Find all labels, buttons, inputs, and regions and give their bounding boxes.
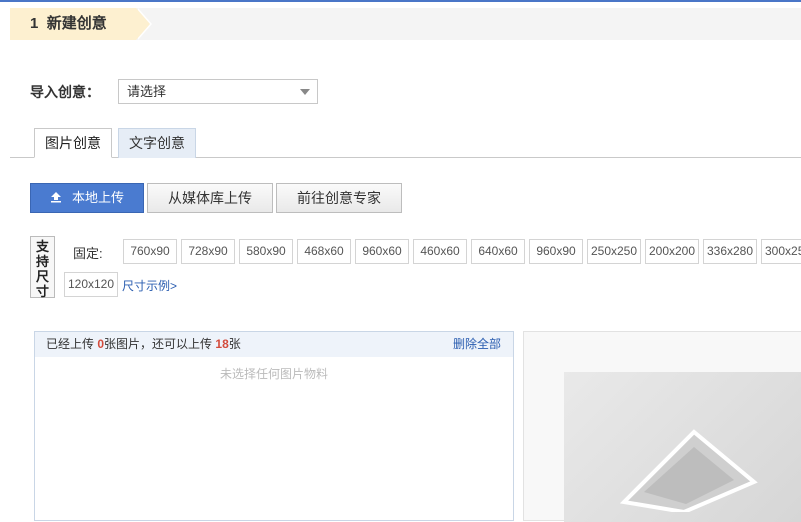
local-upload-label: 本地上传 [71,190,124,205]
top-accent-line [0,0,801,2]
size-chip[interactable]: 580x90 [239,239,293,264]
size-chip[interactable]: 468x60 [297,239,351,264]
step-arrow [136,8,150,40]
remaining-count: 18 [215,337,229,351]
image-placeholder-icon [619,429,758,512]
chevron-down-icon [300,89,310,95]
import-select-value: 请选择 [127,84,167,99]
supported-sizes-char: 寸 [35,284,49,299]
upload-arrow-icon [50,191,61,203]
preview-panel [523,331,801,522]
media-library-upload-button[interactable]: 从媒体库上传 [147,183,273,213]
delete-all-link[interactable]: 删除全部 [453,332,501,357]
size-chip[interactable]: 760x90 [123,239,177,264]
size-chip[interactable]: 640x60 [471,239,525,264]
import-label: 导入创意： [30,84,100,100]
upload-status-prefix: 已经上传 [46,337,95,351]
tab-text-creative[interactable]: 文字创意 [118,128,196,158]
tab-image-creative[interactable]: 图片创意 [34,128,112,158]
local-upload-button[interactable]: 本地上传 [30,183,144,213]
supported-sizes-char: 支 [35,239,49,254]
empty-state-text: 未选择任何图片物料 [219,367,328,381]
size-chip[interactable]: 336x280 [703,239,757,264]
step-indicator: 1 新建创意 [10,8,136,40]
size-chip[interactable]: 960x90 [529,239,583,264]
fixed-size-label: 固定: [73,246,103,261]
upload-status-mid: 张图片，还可以上传 [104,337,213,351]
upload-list-panel: 已经上传 0张图片，还可以上传 18张 删除全部 未选择任何图片物料 [34,331,514,521]
creative-expert-button[interactable]: 前往创意专家 [276,183,402,213]
size-chip[interactable]: 300x250 [761,239,801,264]
upload-status-header: 已经上传 0张图片，还可以上传 18张 删除全部 [35,332,513,357]
upload-status-suffix: 张 [228,337,241,351]
step-title: 新建创意 [46,15,107,32]
size-chip[interactable]: 200x200 [645,239,699,264]
import-select[interactable]: 请选择 [118,79,318,104]
step-number: 1 [30,15,39,32]
supported-sizes-char: 尺 [35,269,49,284]
preview-image [564,372,801,522]
size-chip[interactable]: 120x120 [64,272,118,297]
size-chip[interactable]: 960x60 [355,239,409,264]
size-chip[interactable]: 728x90 [181,239,235,264]
size-chip[interactable]: 250x250 [587,239,641,264]
size-example-link[interactable]: 尺寸示例> [122,277,177,294]
size-chip[interactable]: 460x60 [413,239,467,264]
supported-sizes-char: 持 [35,254,49,269]
supported-sizes-label: 支 持 尺 寸 [30,236,55,299]
